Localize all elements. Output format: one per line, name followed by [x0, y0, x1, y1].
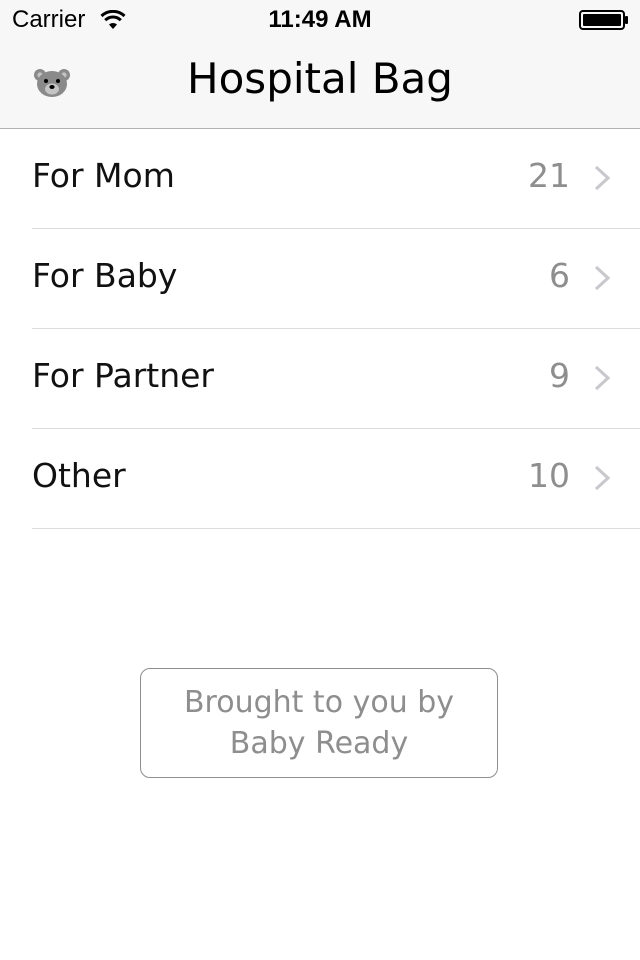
chevron-right-icon — [594, 365, 610, 391]
list-item-for-baby[interactable]: For Baby 6 — [32, 229, 640, 329]
chevron-right-icon — [594, 465, 610, 491]
list-item-other[interactable]: Other 10 — [32, 429, 640, 529]
list-item-label: For Baby — [32, 256, 178, 295]
credit-button[interactable]: Brought to you by Baby Ready — [140, 668, 498, 778]
screen: Carrier 11:49 AM Hospital Bag For Mom 21… — [0, 0, 640, 960]
chevron-right-icon — [594, 165, 610, 191]
list-item-count: 10 — [528, 456, 570, 495]
credit-line-1: Brought to you by — [183, 685, 455, 720]
list-item-count: 6 — [549, 256, 570, 295]
list-item-count: 21 — [528, 156, 570, 195]
top-bar: Carrier 11:49 AM Hospital Bag — [0, 0, 640, 129]
battery-icon — [579, 10, 628, 30]
list-item-for-mom[interactable]: For Mom 21 — [32, 129, 640, 229]
list-item-label: For Mom — [32, 156, 175, 195]
status-time: 11:49 AM — [268, 6, 372, 33]
category-list: For Mom 21 For Baby 6 For Partner 9 Othe… — [0, 129, 640, 529]
page-title: Hospital Bag — [187, 54, 453, 103]
status-bar: Carrier 11:49 AM — [0, 0, 640, 40]
list-item-count: 9 — [549, 356, 570, 395]
nav-bar: Hospital Bag — [0, 40, 640, 128]
credit-line-2: Baby Ready — [229, 726, 409, 761]
list-item-for-partner[interactable]: For Partner 9 — [32, 329, 640, 429]
list-item-label: Other — [32, 456, 126, 495]
list-item-label: For Partner — [32, 356, 214, 395]
chevron-right-icon — [594, 265, 610, 291]
